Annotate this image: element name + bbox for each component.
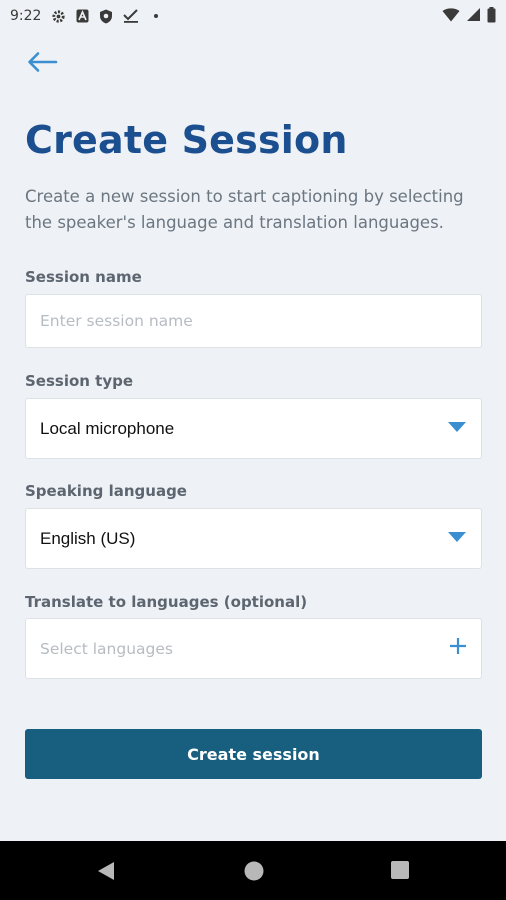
status-icons-right (442, 6, 496, 26)
session-type-select[interactable]: Local microphone (25, 398, 482, 459)
speaking-language-value: English (US) (40, 528, 136, 548)
status-icons-left (51, 9, 163, 24)
dot-icon (149, 9, 163, 23)
shield-icon (99, 9, 113, 24)
session-name-input[interactable] (40, 312, 467, 330)
home-circle-icon[interactable] (243, 860, 265, 887)
session-name-field-container (25, 294, 482, 348)
signal-icon (466, 7, 481, 25)
session-type-value: Local microphone (40, 418, 175, 438)
wifi-icon (442, 7, 460, 25)
session-name-label: Session name (25, 268, 142, 286)
battery-icon (487, 6, 496, 26)
page-title: Create Session (25, 118, 348, 162)
speaking-language-select[interactable]: English (US) (25, 508, 482, 569)
recents-square-icon[interactable] (390, 860, 410, 885)
arrow-left-icon (26, 51, 58, 78)
caret-down-icon (447, 530, 467, 548)
status-time: 9:22 (10, 8, 42, 24)
session-type-label: Session type (25, 372, 134, 390)
caret-down-icon (447, 420, 467, 438)
translate-languages-select[interactable]: Select languages (25, 618, 482, 679)
plus-icon[interactable] (449, 637, 467, 660)
translate-languages-label: Translate to languages (optional) (25, 593, 308, 611)
system-nav-bar (0, 841, 506, 900)
page-description: Create a new session to start captioning… (25, 187, 464, 232)
translate-languages-placeholder: Select languages (40, 639, 173, 658)
check-icon (123, 9, 139, 23)
back-triangle-icon[interactable] (96, 860, 116, 887)
create-session-button[interactable]: Create session (25, 729, 482, 779)
speaking-language-label: Speaking language (25, 482, 187, 500)
back-button[interactable] (24, 48, 60, 80)
gear-icon (51, 9, 66, 24)
status-bar: 9:22 (0, 0, 506, 32)
a-box-icon (76, 9, 89, 23)
